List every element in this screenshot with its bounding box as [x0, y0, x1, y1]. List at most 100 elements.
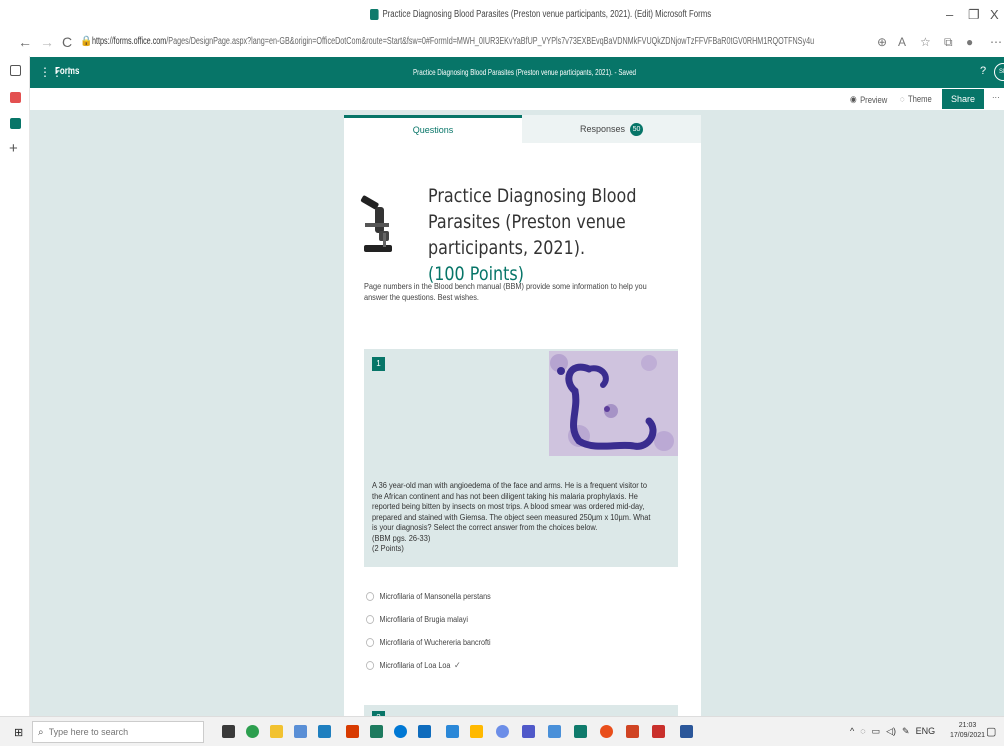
- tab-actions-icon[interactable]: [10, 65, 21, 76]
- url-path: /Pages/DesignPage.aspx?lang=en-GB&origin…: [166, 36, 815, 47]
- language-indicator[interactable]: ENG: [916, 726, 936, 737]
- radio-button[interactable]: [366, 638, 375, 647]
- forms-app-taskbar-icon[interactable]: [574, 725, 587, 738]
- pdf-tab-icon[interactable]: [10, 92, 21, 103]
- more-options-button[interactable]: ···: [992, 92, 1000, 102]
- tabs: Questions Responses 50: [344, 115, 701, 143]
- question-card-2[interactable]: 2: [364, 705, 678, 716]
- app-icon[interactable]: [318, 725, 331, 738]
- refresh-button[interactable]: C: [62, 34, 72, 50]
- windows-start-icon[interactable]: ⊞: [14, 726, 23, 739]
- responses-count-badge: 50: [630, 123, 644, 137]
- question-text: A 36 year-old man with angioedema of the…: [372, 481, 651, 555]
- share-button[interactable]: Share: [942, 89, 984, 109]
- clock[interactable]: 21:03 17/09/2021: [950, 721, 985, 741]
- question-body: A 36 year-old man with angioedema of the…: [372, 481, 651, 532]
- settings-icon[interactable]: [548, 725, 561, 738]
- choice-label: Microfilaria of Mansonella perstans: [379, 592, 491, 601]
- radio-button[interactable]: [366, 592, 375, 601]
- powerpoint-icon[interactable]: [626, 725, 639, 738]
- choice-label: Microfilaria of Wuchereria bancrofti: [379, 638, 491, 647]
- lock-icon: 🔒: [80, 36, 93, 47]
- avatar[interactable]: SB: [994, 63, 1004, 81]
- sticky-notes-icon[interactable]: [470, 725, 483, 738]
- photos-icon[interactable]: [680, 725, 693, 738]
- system-tray: ^ ◌ ▭ ◁) ✎ ENG: [850, 726, 935, 737]
- forms-brand[interactable]: Forms: [55, 66, 79, 77]
- forms-taskbar-icon[interactable]: [370, 725, 383, 738]
- theme-label: Theme: [907, 94, 932, 104]
- theme-button[interactable]: ◌ Theme: [900, 94, 932, 104]
- chevron-up-icon[interactable]: ^: [850, 726, 854, 737]
- choice-label: Microfilaria of Brugia malayi: [379, 615, 468, 624]
- zoom-icon[interactable]: ⊕: [877, 35, 887, 49]
- blood-smear-image: [549, 351, 678, 456]
- choice-wuchereria[interactable]: Microfilaria of Wuchereria bancrofti: [366, 631, 491, 654]
- office-icon[interactable]: [346, 725, 359, 738]
- back-button[interactable]: ←: [18, 34, 32, 50]
- notification-icon[interactable]: ▢: [986, 725, 996, 738]
- choice-brugia[interactable]: Microfilaria of Brugia malayi: [366, 608, 491, 631]
- search-input[interactable]: [48, 727, 189, 737]
- radio-button[interactable]: [366, 615, 375, 624]
- choice-mansonella[interactable]: Microfilaria of Mansonella perstans: [366, 585, 491, 608]
- minimize-button[interactable]: –: [946, 7, 953, 22]
- onedrive-icon[interactable]: [496, 725, 509, 738]
- question-number: 1: [372, 357, 385, 371]
- tab-questions-label: Questions: [412, 125, 454, 135]
- question-card-1[interactable]: 1 A 36 year-old man with angioedema of t…: [364, 349, 678, 567]
- forms-app-icon: [370, 9, 379, 20]
- clock-time: 21:03: [958, 722, 977, 729]
- radio-button[interactable]: [366, 661, 375, 670]
- search-icon: ⌕: [38, 726, 44, 738]
- form-title[interactable]: Practice Diagnosing Blood Parasites (Pre…: [428, 183, 697, 287]
- tab-responses-label: Responses: [579, 124, 626, 134]
- profile-icon[interactable]: ●: [966, 35, 973, 49]
- url-field[interactable]: https://forms.office.com/Pages/DesignPag…: [92, 36, 814, 47]
- forms-header: ⋮⋮⋮ Forms Practice Diagnosing Blood Para…: [30, 57, 1004, 88]
- menu-icon[interactable]: ⋯: [990, 35, 1002, 49]
- forms-tab-icon[interactable]: [10, 118, 21, 129]
- chrome-icon[interactable]: [600, 725, 613, 738]
- collections-icon[interactable]: ⧉: [944, 35, 953, 50]
- preview-button[interactable]: ◉ Preview: [850, 94, 887, 105]
- people-icon[interactable]: [294, 725, 307, 738]
- file-explorer-icon[interactable]: [270, 725, 283, 738]
- form-description[interactable]: Page numbers in the Blood bench manual (…: [364, 281, 668, 303]
- acrobat-icon[interactable]: [652, 725, 665, 738]
- store-icon[interactable]: [222, 725, 235, 738]
- favorite-icon[interactable]: ☆: [920, 35, 931, 49]
- answer-choices: Microfilaria of Mansonella perstans Micr…: [366, 585, 505, 677]
- window-title: Practice Diagnosing Blood Parasites (Pre…: [370, 9, 711, 20]
- palette-icon: ◌: [900, 94, 905, 104]
- edge-icon[interactable]: [246, 725, 259, 738]
- teams-icon[interactable]: [522, 725, 535, 738]
- preview-label: Preview: [860, 94, 888, 105]
- volume-icon[interactable]: ◁): [886, 726, 896, 737]
- forward-button[interactable]: →: [40, 34, 54, 50]
- window-title-text: Practice Diagnosing Blood Parasites (Pre…: [382, 9, 712, 20]
- microscope-icon: [360, 195, 392, 252]
- taskbar: ⊞ ⌕ ^ ◌ ▭ ◁) ✎ ENG 21:03 17/09/2021 ▢: [0, 716, 1004, 746]
- close-button[interactable]: X: [990, 7, 999, 22]
- tab-questions[interactable]: Questions: [344, 115, 522, 143]
- network-icon[interactable]: ◌: [860, 726, 865, 737]
- taskbar-search[interactable]: ⌕: [32, 721, 204, 743]
- form-canvas: Questions Responses 50 Practice Diagnosin…: [30, 110, 1004, 716]
- read-aloud-icon[interactable]: A: [898, 35, 906, 49]
- eye-icon: ◉: [850, 94, 857, 104]
- correct-answer-checkmark-icon: ✓: [453, 660, 461, 670]
- command-bar: ◉ Preview ◌ Theme Share ···: [30, 88, 1004, 110]
- cortana-icon[interactable]: [394, 725, 407, 738]
- help-button[interactable]: ?: [980, 65, 986, 77]
- mail-icon[interactable]: [418, 725, 431, 738]
- display-icon[interactable]: ▭: [872, 726, 881, 737]
- pen-icon[interactable]: ✎: [902, 726, 910, 737]
- browser-sidebar: +: [0, 56, 30, 716]
- tab-responses[interactable]: Responses 50: [522, 115, 701, 143]
- calculator-icon[interactable]: [446, 725, 459, 738]
- new-tab-icon[interactable]: +: [9, 140, 18, 157]
- maximize-button[interactable]: ❐: [968, 7, 980, 23]
- choice-label: Microfilaria of Loa Loa: [379, 661, 451, 670]
- choice-loa-loa[interactable]: Microfilaria of Loa Loa ✓: [366, 654, 491, 677]
